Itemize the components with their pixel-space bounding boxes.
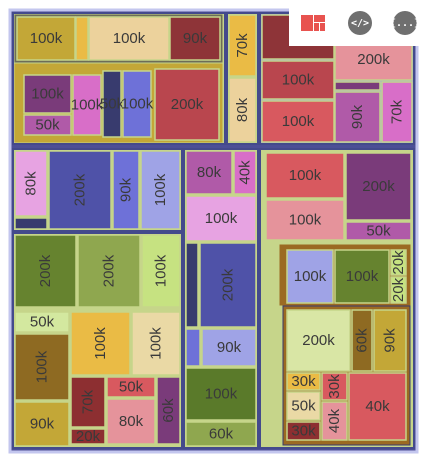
treemap-cell-label: 70k <box>80 389 97 414</box>
treemap-cell[interactable] <box>185 328 201 367</box>
treemap-cell-label: 100k <box>148 327 165 360</box>
treemap-cell-label: 200k <box>220 268 237 301</box>
treemap-cell-label: 90k <box>183 30 208 47</box>
treemap-cell-label: 70k <box>234 33 251 58</box>
treemap-cell-label: 100k <box>205 386 238 403</box>
treemap-cell-label: 60k <box>209 426 234 443</box>
treemap-cell-label: 20k <box>390 250 407 275</box>
treemap-cell-label: 20k <box>76 428 101 445</box>
treemap-cell-label: 70k <box>389 99 406 124</box>
json-icon: {...} <box>389 17 421 29</box>
treemap-cell-label: 90k <box>118 177 135 202</box>
treemap-cell-label: 100k <box>152 173 169 206</box>
treemap-cell-label: 60k <box>354 328 371 353</box>
treemap-cell-label: 100k <box>282 113 315 130</box>
treemap-cell-label: 50k <box>366 223 391 240</box>
treemap-cell-label: 200k <box>171 96 204 113</box>
treemap-cell-label: 90k <box>382 328 399 353</box>
treemap-cell[interactable] <box>14 217 48 230</box>
treemap-cell-label: 100k <box>289 167 322 184</box>
treemap-cell-label: 100k <box>31 86 64 103</box>
treemap-cell-label: 90k <box>30 416 55 433</box>
treemap-cell-label: 200k <box>72 173 89 206</box>
treemap-cell[interactable] <box>185 242 199 328</box>
treemap-cell-label: 40k <box>237 160 254 185</box>
treemap-cell-label: 100k <box>282 72 315 89</box>
treemap-cell-label: 200k <box>362 178 395 195</box>
treemap-cell-label: 20k <box>390 277 407 302</box>
treemap-cell-label: 80k <box>197 164 222 181</box>
treemap-cell-label: 50k <box>119 379 144 396</box>
treemap-cell-label: 90k <box>217 339 242 356</box>
treemap-cell-label: 50k <box>291 398 316 415</box>
code-icon: </> <box>350 17 370 29</box>
treemap-cell-label: 100k <box>71 97 104 114</box>
treemap-icon <box>301 15 325 31</box>
treemap-cell-label: 80k <box>234 97 251 122</box>
treemap-cell-label: 50k <box>30 314 55 331</box>
treemap-cell-label: 200k <box>101 254 118 287</box>
treemap-cell-label: 100k <box>113 30 146 47</box>
treemap-cell-label: 90k <box>349 104 366 129</box>
treemap-cell-label: 60k <box>160 398 177 423</box>
treemap-cell-label: 40k <box>365 398 390 415</box>
treemap-cell-label: 80k <box>23 171 40 196</box>
code-button[interactable]: </> <box>348 11 372 35</box>
treemap-cell-label: 30k <box>291 373 316 390</box>
treemap-cell-label: 100k <box>121 96 154 113</box>
treemap-cell[interactable] <box>75 16 89 61</box>
treemap-cell-label: 200k <box>357 51 390 68</box>
treemap-cell-label: 30k <box>326 374 343 399</box>
treemap-cell-label: 100k <box>30 30 63 47</box>
json-button[interactable]: {...} <box>389 11 421 35</box>
treemap-cell[interactable] <box>334 81 381 91</box>
treemap-cell-label: 30k <box>291 423 316 440</box>
treemap-cell-label: 100k <box>92 327 109 360</box>
treemap-cell-label: 200k <box>302 332 335 349</box>
treemap-cell-label: 100k <box>346 268 379 285</box>
treemap-cell-label: 80k <box>119 413 144 430</box>
treemap-chart: 100k 100k 90k 100k 50k 100k 50k 100k 200k 70k 80k 2… <box>8 8 419 454</box>
treemap-cell-label: 100k <box>34 350 51 383</box>
treemap-view-button[interactable] <box>301 11 325 35</box>
treemap-cell-label: 100k <box>294 268 327 285</box>
treemap-cell-label: 50k <box>35 117 60 134</box>
treemap-cell-label: 40k <box>326 408 343 433</box>
treemap-cell-label: 100k <box>205 210 238 227</box>
chart-toolbar: </> {...} <box>289 0 427 46</box>
treemap-cell-label: 100k <box>153 254 170 287</box>
treemap-cell-label: 100k <box>289 212 322 229</box>
treemap-cell-label: 200k <box>37 254 54 287</box>
